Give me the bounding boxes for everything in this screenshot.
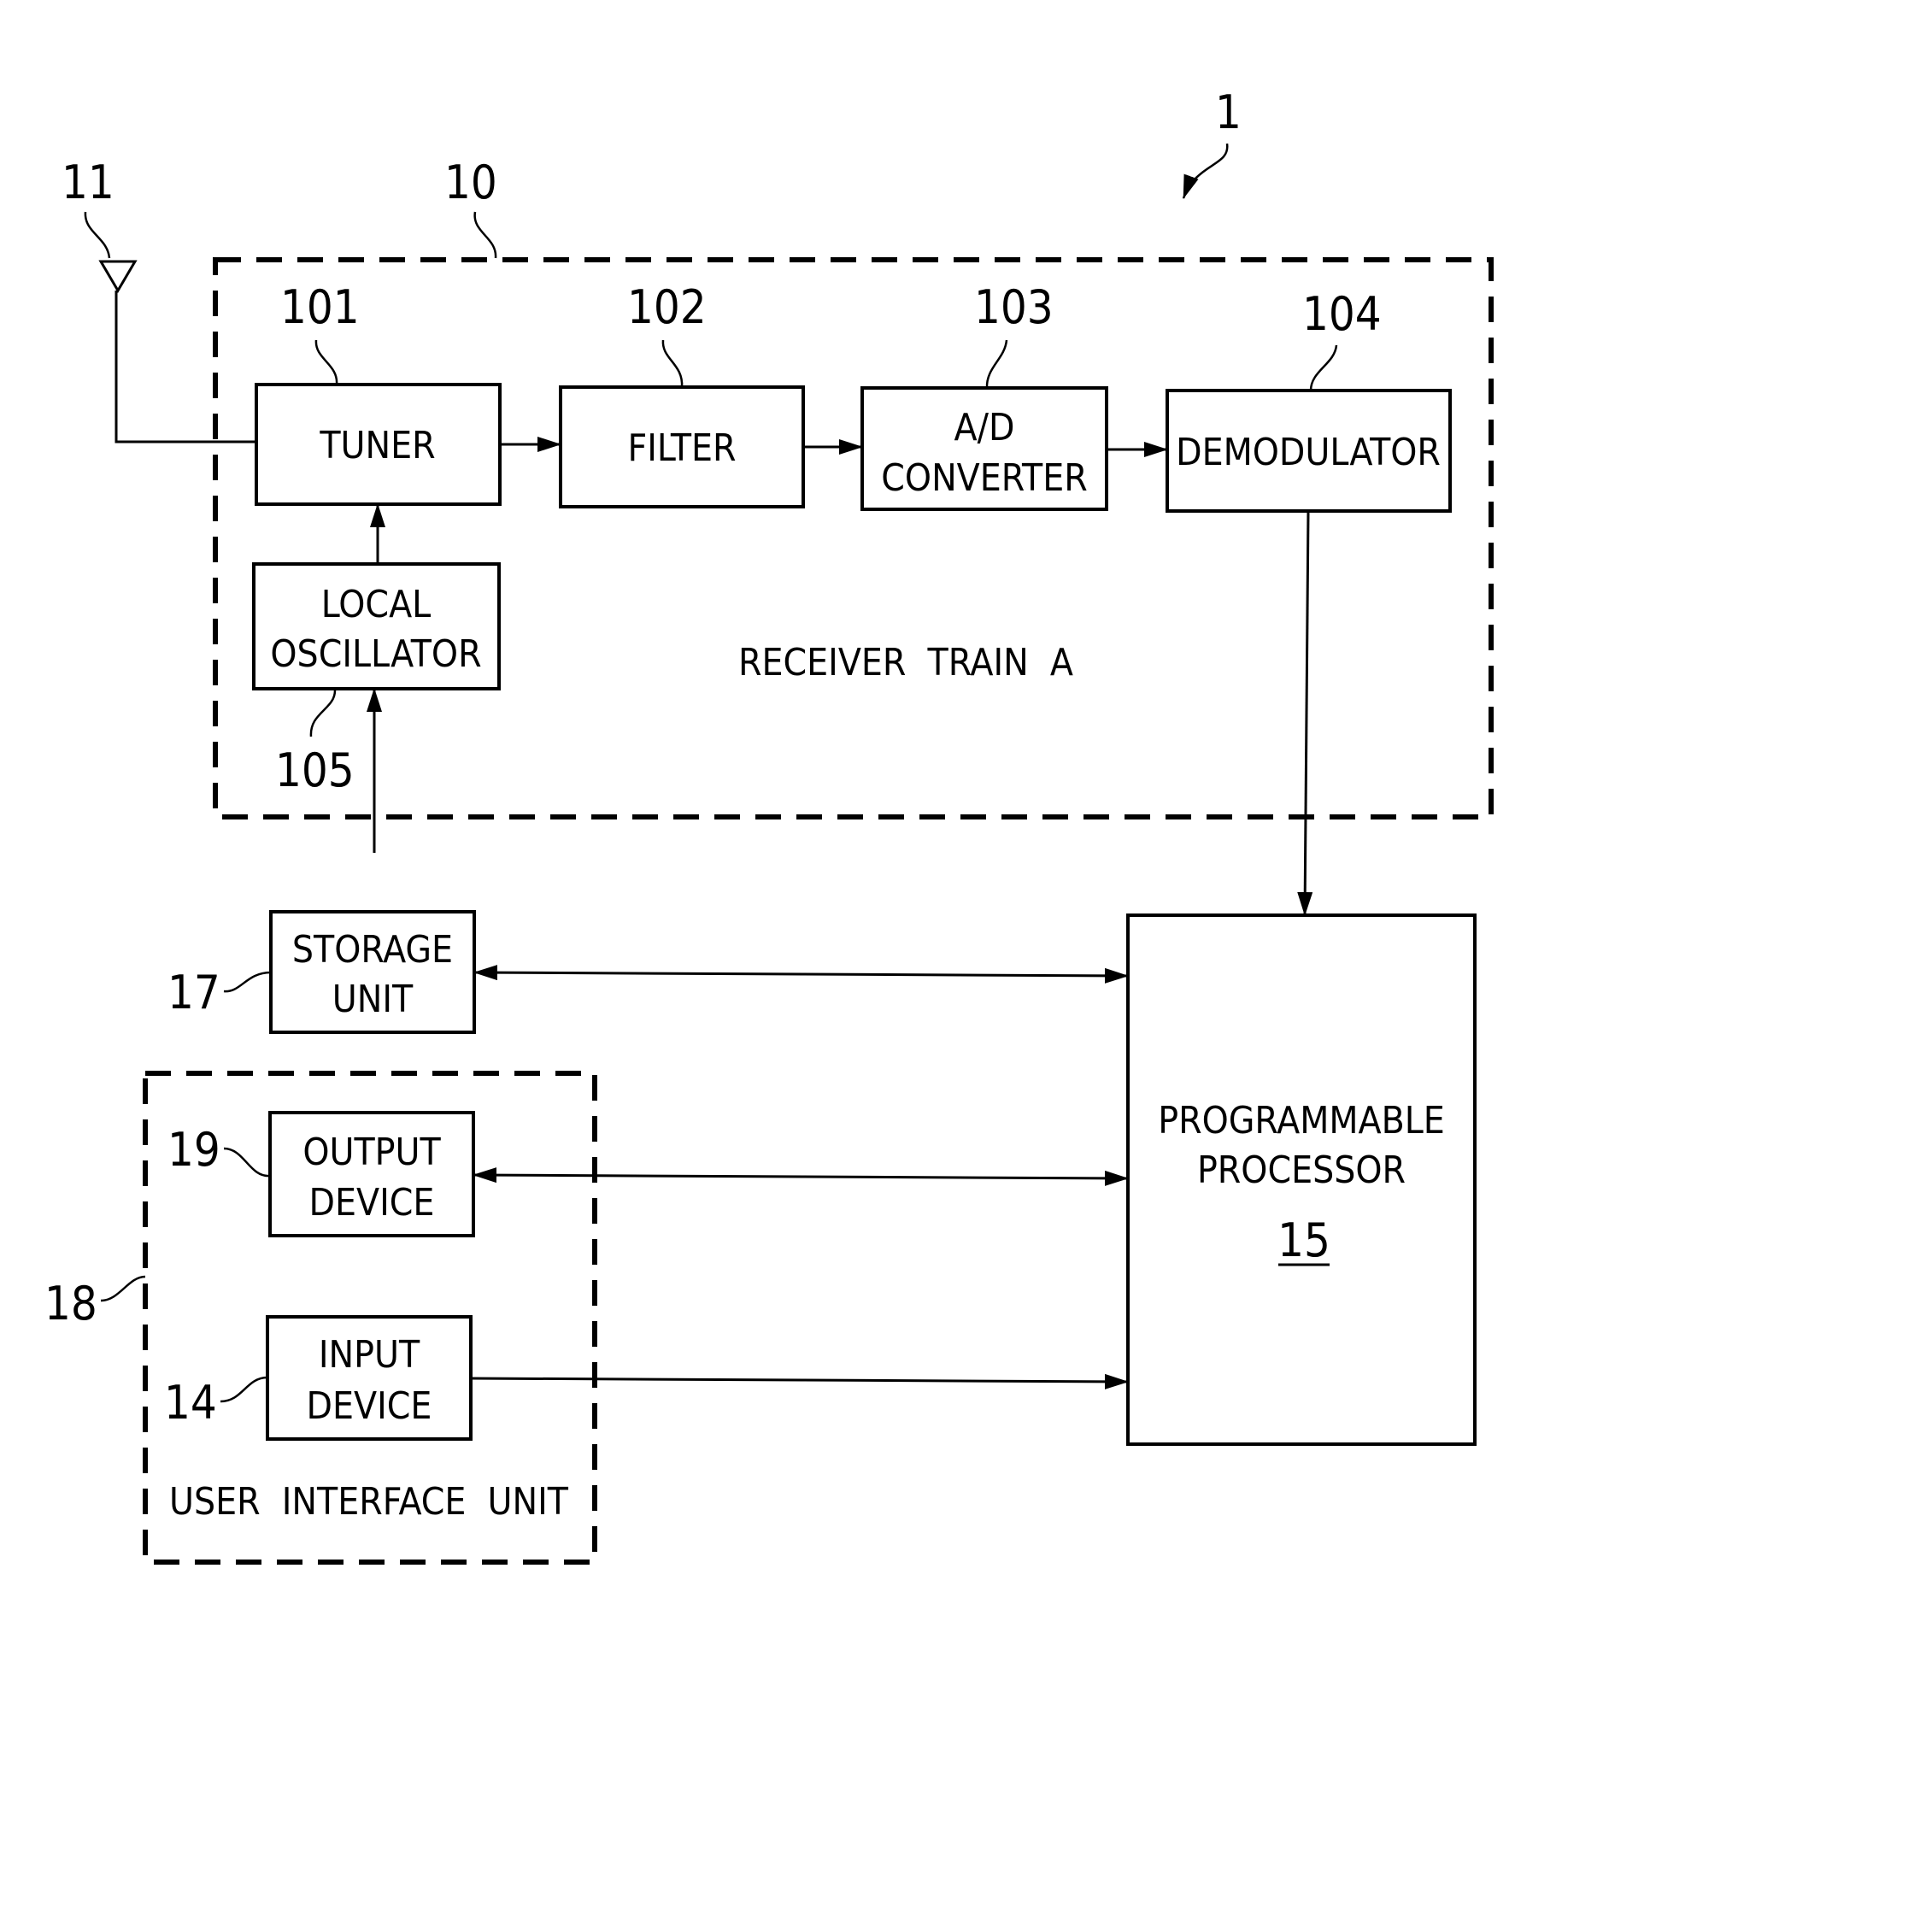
ref-antenna: 11 (62, 156, 115, 209)
ref-system-arrow (1182, 143, 1229, 199)
bidirectional-output-processor (473, 1167, 1129, 1186)
ref-adc: 103 (974, 280, 1054, 334)
svg-text:UNIT: UNIT (332, 978, 414, 1021)
svg-text:STORAGE: STORAGE (292, 928, 453, 972)
arrow-demodulator-to-processor (1297, 510, 1313, 916)
local-oscillator-block: LOCAL OSCILLATOR (252, 562, 501, 690)
svg-text:OSCILLATOR: OSCILLATOR (270, 632, 481, 676)
ref-antenna-leader (84, 211, 111, 259)
ref-receiver-train-leader (473, 211, 497, 259)
svg-text:TUNER: TUNER (319, 424, 435, 467)
svg-text:INPUT: INPUT (319, 1333, 420, 1377)
ref-output-device-leader (223, 1147, 271, 1178)
ref-processor: 15 (1277, 1213, 1330, 1267)
ref-filter-leader (661, 339, 684, 388)
receiver-train-label: RECEIVER TRAIN A (738, 641, 1073, 684)
block-diagram: 1 10 RECEIVER TRAIN A 11 TUNER 101 FILTE… (44, 85, 1494, 1565)
user-interface-label: USER INTERFACE UNIT (169, 1480, 569, 1524)
ref-input-device: 14 (164, 1376, 217, 1430)
svg-text:DEMODULATOR: DEMODULATOR (1176, 431, 1441, 474)
svg-text:DEVICE: DEVICE (309, 1181, 435, 1225)
svg-text:A/D: A/D (954, 406, 1015, 449)
svg-text:PROGRAMMABLE: PROGRAMMABLE (1158, 1099, 1445, 1143)
ref-adc-leader (985, 339, 1008, 389)
arrow-input-to-processor (470, 1373, 1129, 1389)
ref-receiver-train: 10 (444, 156, 497, 209)
svg-text:DEVICE: DEVICE (307, 1384, 432, 1428)
ref-storage-leader (223, 971, 272, 993)
svg-text:FILTER: FILTER (627, 426, 736, 470)
tuner-block: TUNER (255, 383, 502, 506)
processor-block: PROGRAMMABLE PROCESSOR 15 (1126, 913, 1477, 1446)
ref-user-interface-leader (100, 1275, 146, 1302)
ref-tuner-leader (314, 339, 338, 385)
adc-block: A/D CONVERTER (860, 386, 1108, 511)
ref-local-oscillator-leader (309, 690, 337, 737)
filter-block: FILTER (559, 385, 805, 508)
ref-tuner: 101 (280, 280, 360, 334)
ref-output-device: 19 (167, 1123, 220, 1177)
ref-demodulator: 104 (1302, 287, 1382, 341)
output-device-block: OUTPUT DEVICE (268, 1111, 475, 1237)
ref-system: 1 (1215, 85, 1242, 139)
ref-user-interface: 18 (44, 1277, 97, 1331)
input-device-block: INPUT DEVICE (266, 1315, 473, 1441)
svg-text:CONVERTER: CONVERTER (881, 456, 1087, 500)
antenna-icon (98, 260, 138, 293)
svg-text:PROCESSOR: PROCESSOR (1197, 1148, 1406, 1192)
ref-input-device-leader (220, 1376, 268, 1403)
ref-filter: 102 (627, 280, 707, 334)
bidirectional-storage-processor (473, 965, 1129, 984)
receiver-train-boundary (213, 257, 1494, 819)
demodulator-block: DEMODULATOR (1166, 389, 1452, 513)
svg-text:OUTPUT: OUTPUT (302, 1131, 441, 1174)
ref-storage: 17 (167, 966, 220, 1019)
storage-unit-block: STORAGE UNIT (269, 910, 476, 1034)
ref-local-oscillator: 105 (275, 743, 355, 797)
antenna-feed-line (115, 291, 256, 444)
ref-demodulator-leader (1309, 344, 1338, 391)
svg-text:LOCAL: LOCAL (321, 583, 431, 626)
